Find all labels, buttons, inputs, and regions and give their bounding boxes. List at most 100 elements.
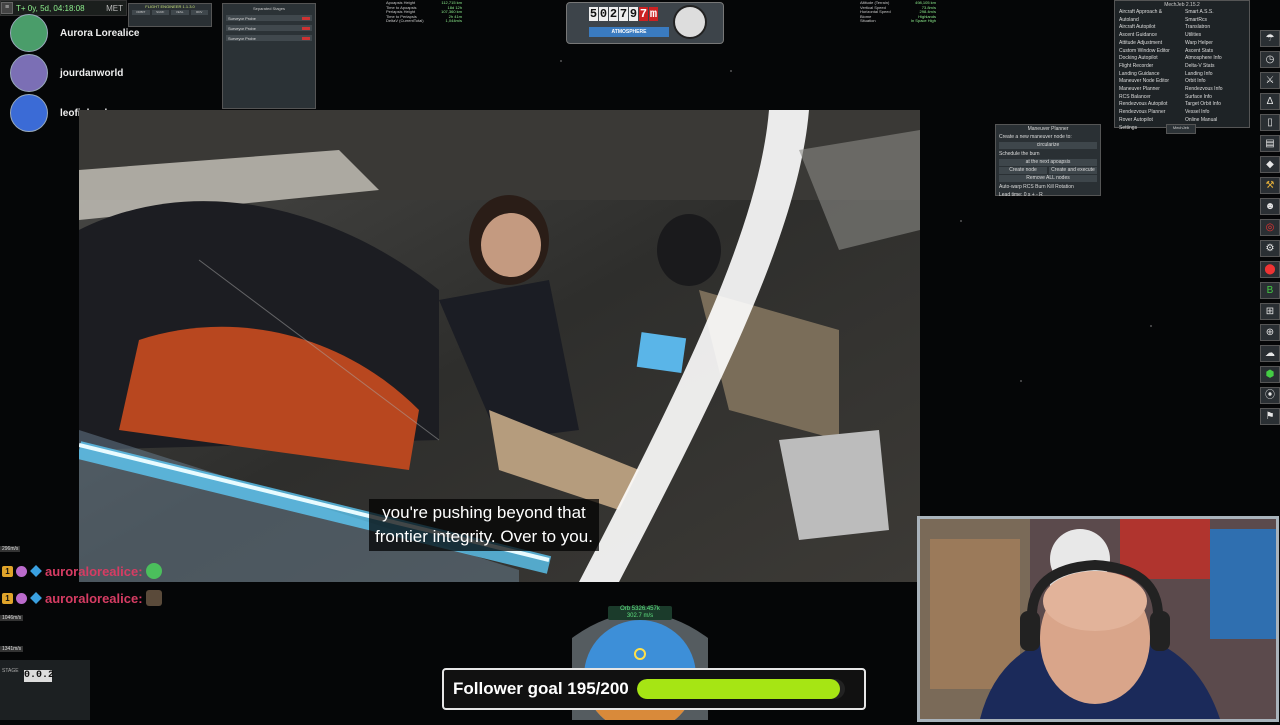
mechjeb-menu-item[interactable]: Landing Guidance (1119, 71, 1179, 79)
orbit-row: DeltaV (CurrentTotal) 1,044m/s (386, 19, 462, 24)
mechjeb-menu-item[interactable]: Attitude Adjustment (1119, 40, 1179, 48)
mechjeb-menu-item[interactable]: Rendezvous Info (1185, 86, 1245, 94)
antenna-icon[interactable]: ⚔ (1260, 72, 1280, 89)
pin-icon[interactable]: ⬤ (1260, 261, 1280, 278)
clock-icon[interactable]: ◷ (1260, 51, 1280, 68)
mechjeb-menu-item[interactable]: Warp Helper (1185, 40, 1245, 48)
mechjeb-menu-item[interactable]: Vessel Info (1185, 109, 1245, 117)
battery-icon[interactable]: B (1260, 282, 1280, 299)
chat-username[interactable]: auroralorealice: (45, 591, 143, 606)
camera-icon[interactable]: ⦿ (1260, 387, 1280, 404)
delta-v-icon[interactable]: Δ (1260, 93, 1280, 110)
remove-nodes-button[interactable]: Remove ALL nodes (999, 175, 1097, 182)
timing-select[interactable]: at the next apoapsis (999, 159, 1097, 166)
vessel-info-readout: Altitude (Terrain) 498,105 km Vertical Sp… (860, 0, 936, 24)
map-icon[interactable]: ⊞ (1260, 303, 1280, 320)
document-icon[interactable]: ▯ (1260, 114, 1280, 131)
diamond-icon[interactable]: ◆ (1260, 156, 1280, 173)
stage-name: Surveyor Probe (228, 15, 256, 21)
chat-message: 1 auroralorealice: (2, 590, 162, 606)
crosshair-icon[interactable]: ⊕ (1260, 324, 1280, 341)
mechjeb-menu-item[interactable]: SmartRcs (1185, 17, 1245, 25)
stage-panel: STAGE 0.0.2 (0, 660, 90, 720)
flight-engineer-panel: FLIGHT ENGINEER 1.1.3.0 ORBIT SURF VESL … (128, 3, 212, 27)
mechjeb-tab[interactable]: MechJeb (1166, 124, 1196, 134)
stage-status (302, 16, 310, 20)
emote-icon (145, 590, 162, 606)
mechjeb-menu-item[interactable]: Maneuver Node Editor (1119, 78, 1179, 86)
fe-button[interactable]: RDV (190, 10, 208, 15)
cube-icon[interactable]: ⬢ (1260, 366, 1280, 383)
mechjeb-menu-item[interactable]: Ascent Guidance (1119, 32, 1179, 40)
navball-speed: 302.7 m/s (626, 613, 654, 619)
operation-select[interactable]: circularize (999, 142, 1097, 149)
create-execute-button[interactable]: Create and execute (1049, 167, 1097, 174)
mechjeb-menu-item[interactable]: Aircraft Autopilot (1119, 24, 1179, 32)
mechjeb-title: MechJeb 2.15.2 (1164, 2, 1200, 8)
mechjeb-menu-item[interactable]: Surface Info (1185, 94, 1245, 102)
caption-line-1: you're pushing beyond that (382, 503, 586, 522)
digit: 2 (609, 7, 618, 21)
mechjeb-menu-item[interactable]: Maneuver Planner (1119, 86, 1179, 94)
stage-row[interactable]: Surveyor Probe (226, 35, 312, 41)
chat-message: 1 auroralorealice: (2, 563, 162, 579)
emote-icon (145, 563, 162, 579)
digit: m (649, 7, 658, 21)
stage-label: STAGE (2, 668, 19, 674)
fe-button[interactable]: SURF (151, 10, 169, 15)
digit: 5 (589, 7, 598, 21)
mechjeb-menu-item[interactable]: Flight Recorder (1119, 63, 1179, 71)
mechjeb-menu-item[interactable]: Delta-V Stats (1185, 63, 1245, 71)
flag-icon[interactable]: ⚑ (1260, 408, 1280, 425)
stage-row[interactable]: Surveyor Probe (226, 25, 312, 31)
mechjeb-menu-item[interactable]: Landing Info (1185, 71, 1245, 79)
digit: 7 (639, 7, 648, 21)
create-node-button[interactable]: Create node (999, 167, 1047, 174)
navball-speed-display[interactable]: Orb 5326.457k 302.7 m/s (608, 606, 672, 620)
kerbal-icon[interactable]: ☻ (1260, 198, 1280, 215)
mechjeb-menu-item[interactable]: Orbit Info (1185, 78, 1245, 86)
target-icon[interactable]: ◎ (1260, 219, 1280, 236)
mechjeb-menu-item[interactable]: Custom Window Editor (1119, 48, 1179, 56)
lead-time-field[interactable]: Lead time: 0 s + - R (996, 191, 1100, 199)
mechjeb-menu-item[interactable]: Atmosphere Info (1185, 55, 1245, 63)
stage-row[interactable]: Surveyor Probe (226, 15, 312, 21)
mechjeb-menu-item[interactable]: Translatron (1185, 24, 1245, 32)
mechjeb-menu-item[interactable]: Utilities (1185, 32, 1245, 40)
fe-button[interactable]: VESL (171, 10, 189, 15)
mechjeb-menu-item[interactable]: Rendezvous Autopilot (1119, 101, 1179, 109)
mechjeb-menu-item[interactable]: Aircraft Approach & Autoland (1119, 9, 1179, 24)
cloud-icon[interactable]: ☁ (1260, 345, 1280, 362)
mechjeb-menu-item[interactable]: RCS Balancer (1119, 94, 1179, 102)
mechjeb-menu-item[interactable]: Smart A.S.S. (1185, 9, 1245, 17)
caption-line-2: frontier integrity. Over to you. (375, 527, 593, 546)
mechjeb-menu-item[interactable]: Docking Autopilot (1119, 55, 1179, 63)
app-toolbar: ☂ ◷ ⚔ Δ ▯ ▤ ◆ ⚒ ☻ ◎ ⚙ ⬤ B ⊞ ⊕ ☁ ⬢ ⦿ ⚑ (1260, 30, 1280, 425)
stage-status (302, 36, 310, 40)
fe-button[interactable]: ORBIT (132, 10, 150, 15)
gear-icon[interactable]: ⚙ (1260, 240, 1280, 257)
moderator-badge-icon (16, 565, 27, 577)
wrench-icon[interactable]: ⚒ (1260, 177, 1280, 194)
mechjeb-menu-item[interactable]: Target Orbit Info (1185, 101, 1245, 109)
vessel-label: Situation (860, 18, 876, 24)
altimeter: 5 0 2 7 9 7 m ATMOSPHERE (566, 2, 724, 44)
mechjeb-menu-item[interactable]: Ascent Stats (1185, 48, 1245, 56)
autowarp-options[interactable]: Auto-warp RCS Burn Kill Rotation (996, 183, 1100, 191)
schedule-label: Schedule the burn (999, 151, 1040, 157)
chat-username[interactable]: auroralorealice: (45, 564, 143, 579)
follower-goal-progress-fill (636, 679, 840, 699)
vessel-row: Situation In Space High (860, 19, 936, 24)
stage-counter: 0.0.2 (24, 670, 55, 682)
stage-name: Surveyor Probe (228, 25, 256, 31)
speed-tag: 1046m/s (0, 615, 24, 621)
gem-badge-icon (30, 592, 42, 604)
mechjeb-menu-item[interactable]: Rendezvous Planner (1119, 109, 1179, 117)
viewer-name: jourdanworld (60, 67, 124, 79)
parachute-icon[interactable]: ☂ (1260, 30, 1280, 47)
orbit-label: DeltaV (CurrentTotal) (386, 18, 424, 24)
book-icon[interactable]: ▤ (1260, 135, 1280, 152)
avatar (10, 94, 48, 132)
avatar (10, 54, 48, 92)
menu-icon[interactable]: ≡ (1, 2, 13, 14)
